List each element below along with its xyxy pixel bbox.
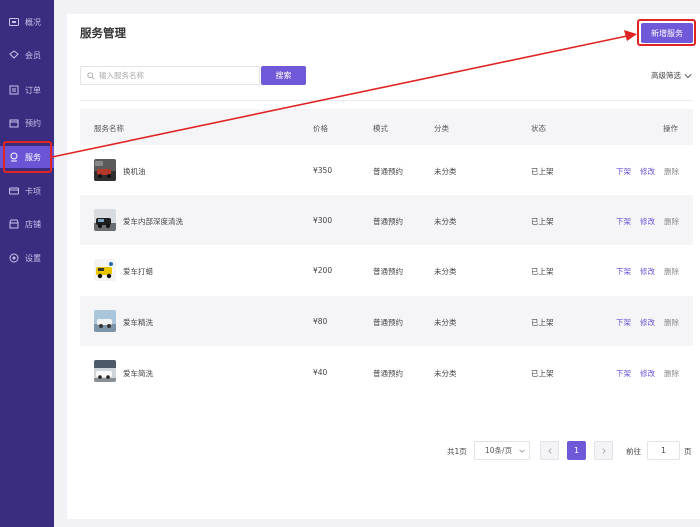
page-size-select[interactable]: 10条/页 bbox=[474, 441, 530, 460]
search-box bbox=[80, 66, 260, 85]
sidebar-item-card[interactable]: 卡项 bbox=[0, 180, 54, 202]
unlist-link[interactable]: 下架 bbox=[616, 368, 631, 379]
edit-link[interactable]: 修改 bbox=[640, 317, 655, 328]
search-button[interactable]: 搜索 bbox=[261, 66, 306, 85]
service-name: 爱车打蜡 bbox=[123, 267, 153, 276]
goto-label: 前往 bbox=[626, 447, 641, 456]
sidebar-item-settings[interactable]: 设置 bbox=[0, 247, 54, 269]
unlist-link[interactable]: 下架 bbox=[616, 166, 631, 177]
service-thumbnail bbox=[94, 310, 116, 332]
service-thumbnail bbox=[94, 159, 116, 181]
service-price: ¥200 bbox=[313, 266, 333, 275]
current-page-button[interactable]: 1 bbox=[567, 441, 586, 460]
service-mode: 普通预约 bbox=[373, 369, 403, 378]
service-price: ¥300 bbox=[313, 216, 333, 225]
edit-link[interactable]: 修改 bbox=[640, 166, 655, 177]
search-icon bbox=[87, 71, 95, 80]
service-thumbnail bbox=[94, 360, 116, 382]
sidebar-item-label: 预约 bbox=[25, 118, 41, 128]
service-price: ¥80 bbox=[313, 317, 328, 326]
sidebar-item-label: 概况 bbox=[25, 17, 41, 27]
chevron-down-icon bbox=[519, 449, 525, 453]
service-status: 已上架 bbox=[531, 318, 554, 327]
service-thumbnail bbox=[94, 259, 116, 281]
unlist-link[interactable]: 下架 bbox=[616, 317, 631, 328]
service-status: 已上架 bbox=[531, 369, 554, 378]
service-category: 未分类 bbox=[434, 217, 457, 226]
booking-icon bbox=[8, 117, 20, 129]
store-icon bbox=[8, 218, 20, 230]
delete-link[interactable]: 删除 bbox=[664, 317, 679, 328]
prev-page-button[interactable] bbox=[540, 441, 559, 460]
column-header-price: 价格 bbox=[313, 124, 328, 133]
sidebar-item-label: 店铺 bbox=[25, 219, 41, 229]
chevron-down-icon bbox=[684, 73, 692, 78]
service-mode: 普通预约 bbox=[373, 318, 403, 327]
column-header-category: 分类 bbox=[434, 124, 449, 133]
service-name: 换机油 bbox=[123, 167, 146, 176]
service-name: 爱车精洗 bbox=[123, 318, 153, 327]
service-price: ¥40 bbox=[313, 368, 328, 377]
delete-link[interactable]: 删除 bbox=[664, 216, 679, 227]
service-category: 未分类 bbox=[434, 167, 457, 176]
page-size-value: 10条/页 bbox=[485, 446, 513, 455]
sidebar-item-label: 卡项 bbox=[25, 186, 41, 196]
sidebar-item-store[interactable]: 店铺 bbox=[0, 213, 54, 235]
sidebar-item-label: 服务 bbox=[25, 152, 41, 162]
service-status: 已上架 bbox=[531, 267, 554, 276]
chevron-right-icon bbox=[601, 447, 606, 454]
sidebar-item-label: 设置 bbox=[25, 253, 41, 263]
service-icon bbox=[8, 151, 20, 163]
edit-link[interactable]: 修改 bbox=[640, 266, 655, 277]
column-header-name: 服务名称 bbox=[94, 124, 124, 133]
service-name: 爱车内部深度清洗 bbox=[123, 217, 183, 226]
unlist-link[interactable]: 下架 bbox=[616, 216, 631, 227]
advanced-filter[interactable]: 高级筛选 bbox=[651, 70, 692, 81]
divider bbox=[80, 100, 693, 101]
page-title: 服务管理 bbox=[80, 26, 126, 40]
edit-link[interactable]: 修改 bbox=[640, 368, 655, 379]
order-icon bbox=[8, 84, 20, 96]
service-category: 未分类 bbox=[434, 318, 457, 327]
service-thumbnail bbox=[94, 209, 116, 231]
overview-icon bbox=[8, 16, 20, 28]
unlist-link[interactable]: 下架 bbox=[616, 266, 631, 277]
sidebar-item-overview[interactable]: 概况 bbox=[0, 11, 54, 33]
member-icon bbox=[8, 49, 20, 61]
edit-link[interactable]: 修改 bbox=[640, 216, 655, 227]
service-mode: 普通预约 bbox=[373, 217, 403, 226]
advanced-filter-label: 高级筛选 bbox=[651, 71, 681, 80]
sidebar: 概况 会员 订单 预约 服务 卡项 店铺 设置 bbox=[0, 0, 54, 527]
service-mode: 普通预约 bbox=[373, 167, 403, 176]
add-service-button[interactable]: 新增服务 bbox=[641, 23, 693, 43]
sidebar-item-booking[interactable]: 预约 bbox=[0, 112, 54, 134]
page-unit-label: 页 bbox=[684, 447, 692, 456]
chevron-left-icon bbox=[547, 447, 552, 454]
column-header-status: 状态 bbox=[531, 124, 546, 133]
delete-link[interactable]: 删除 bbox=[664, 368, 679, 379]
delete-link[interactable]: 删除 bbox=[664, 266, 679, 277]
sidebar-item-service[interactable]: 服务 bbox=[0, 146, 54, 168]
column-header-mode: 模式 bbox=[373, 124, 388, 133]
sidebar-item-label: 会员 bbox=[25, 50, 41, 60]
column-header-actions: 操作 bbox=[663, 124, 678, 133]
service-name: 爱车简洗 bbox=[123, 369, 153, 378]
sidebar-item-member[interactable]: 会员 bbox=[0, 44, 54, 66]
service-mode: 普通预约 bbox=[373, 267, 403, 276]
service-status: 已上架 bbox=[531, 217, 554, 226]
card-icon bbox=[8, 185, 20, 197]
search-input[interactable] bbox=[99, 71, 249, 80]
sidebar-item-order[interactable]: 订单 bbox=[0, 79, 54, 101]
service-status: 已上架 bbox=[531, 167, 554, 176]
goto-page-input[interactable] bbox=[647, 441, 680, 460]
pagination-total: 共1页 bbox=[447, 447, 467, 456]
service-category: 未分类 bbox=[434, 267, 457, 276]
delete-link[interactable]: 删除 bbox=[664, 166, 679, 177]
service-price: ¥350 bbox=[313, 166, 333, 175]
settings-icon bbox=[8, 252, 20, 264]
service-category: 未分类 bbox=[434, 369, 457, 378]
next-page-button[interactable] bbox=[594, 441, 613, 460]
sidebar-item-label: 订单 bbox=[25, 85, 41, 95]
